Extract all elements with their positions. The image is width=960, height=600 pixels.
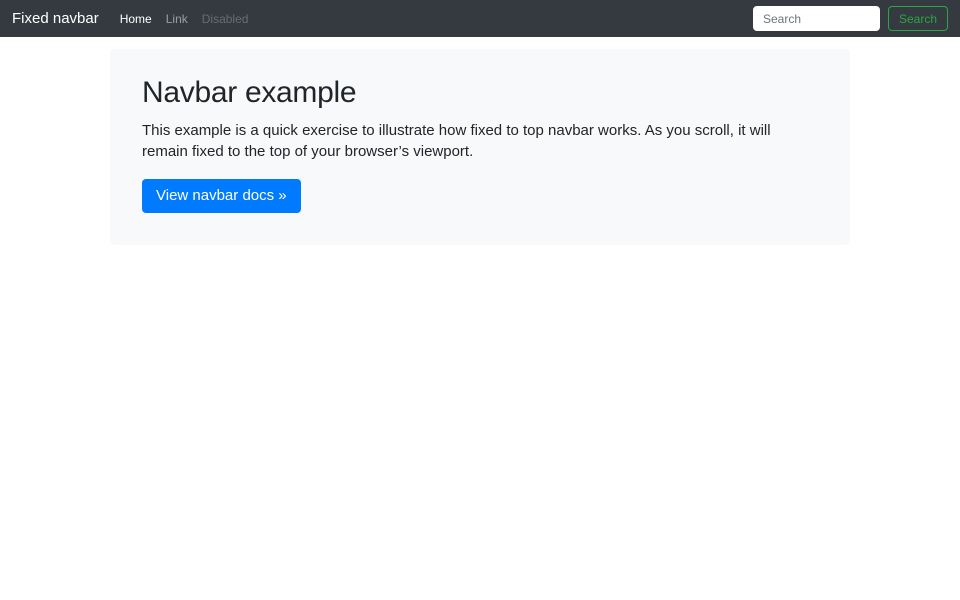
nav-item-link-wrap: Link	[159, 10, 195, 28]
navbar-nav: Home Link Disabled	[113, 10, 256, 28]
nav-item-home[interactable]: Home	[113, 12, 159, 26]
jumbotron-panel: Navbar example This example is a quick e…	[110, 49, 850, 245]
search-input[interactable]	[753, 6, 880, 31]
search-form: Search	[753, 6, 948, 31]
navbar-brand[interactable]: Fixed navbar	[12, 0, 99, 37]
nav-item-link[interactable]: Link	[159, 12, 195, 26]
nav-item-disabled-wrap: Disabled	[195, 10, 256, 28]
top-navbar: Fixed navbar Home Link Disabled Search	[0, 0, 960, 37]
search-button[interactable]: Search	[888, 6, 948, 31]
page-description: This example is a quick exercise to illu…	[142, 120, 818, 163]
view-navbar-docs-button[interactable]: View navbar docs »	[142, 179, 301, 213]
content-container: Navbar example This example is a quick e…	[110, 49, 850, 245]
nav-item-disabled: Disabled	[195, 12, 256, 26]
page-title: Navbar example	[142, 75, 818, 111]
nav-item-home-wrap: Home	[113, 10, 159, 28]
